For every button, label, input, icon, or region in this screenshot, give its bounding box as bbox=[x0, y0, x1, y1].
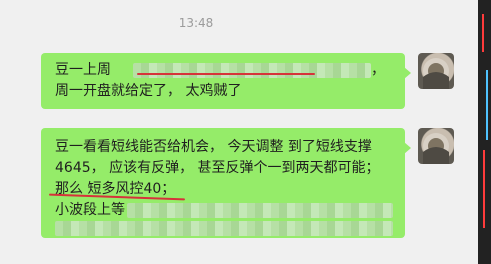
message-text-line: 周一开盘就给定了， 太鸡贼了 bbox=[55, 83, 242, 99]
redacted-text bbox=[127, 203, 393, 218]
message-bubble-2[interactable]: 豆一看看短线能否给机会， 今天调整 到了短线支撑 4645， 应该有反弹， 甚至… bbox=[41, 128, 411, 238]
red-underline bbox=[137, 73, 315, 75]
message-text-line: 4645， 应该有反弹， 甚至反弹个一到两天都可能； bbox=[55, 160, 380, 176]
background-chart-strip bbox=[478, 0, 491, 264]
user-avatar-icon[interactable] bbox=[418, 53, 454, 89]
message-text-line: 小波段上等 bbox=[55, 202, 125, 218]
redacted-text bbox=[133, 63, 371, 78]
message-timestamp: 13:48 bbox=[178, 16, 214, 30]
user-avatar-icon[interactable] bbox=[418, 128, 454, 164]
message-text-line: 豆一看看短线能否给机会， 今天调整 到了短线支撑 bbox=[55, 139, 372, 155]
chart-candle bbox=[483, 150, 485, 228]
chart-candle bbox=[486, 70, 488, 140]
message-text-line: ， bbox=[371, 62, 385, 78]
message-bubble-1[interactable]: 豆一上周 ， 周一开盘就给定了， 太鸡贼了 bbox=[41, 53, 411, 109]
message-text-line: 豆一上周 bbox=[55, 62, 111, 78]
chart-candle bbox=[482, 14, 484, 52]
redacted-text bbox=[55, 221, 393, 236]
